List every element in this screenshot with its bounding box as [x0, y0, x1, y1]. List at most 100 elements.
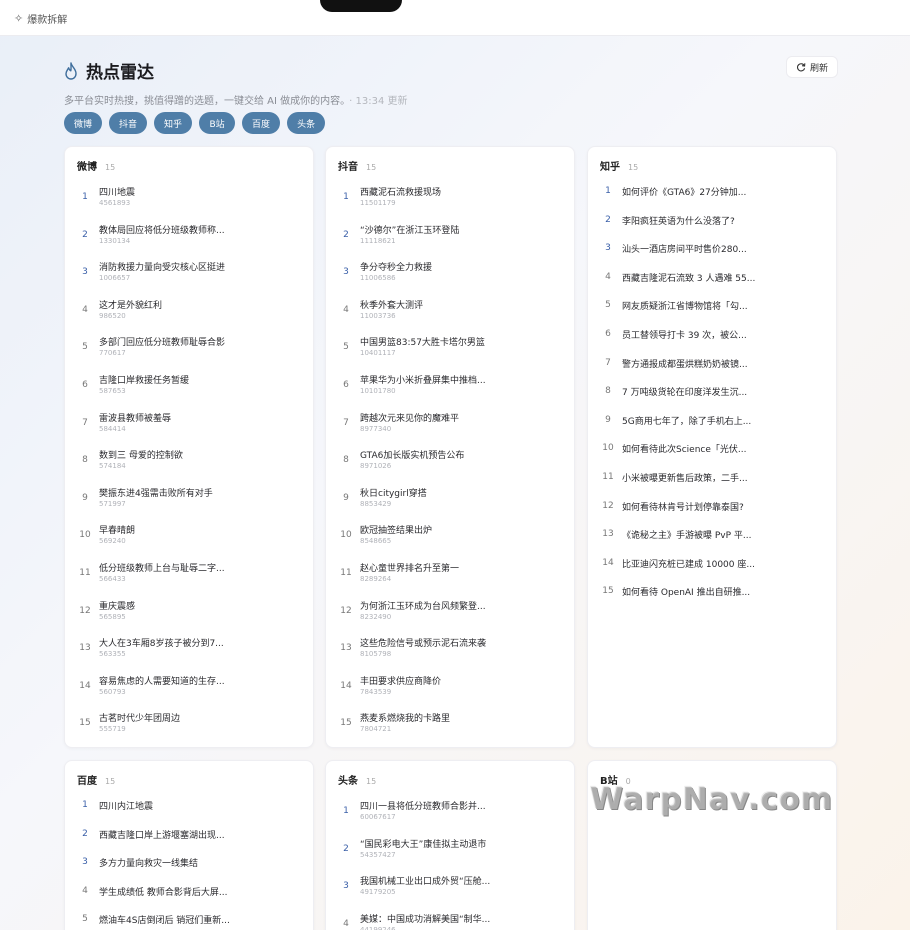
list-item[interactable]: 9 樊振东进4强需击败所有对手 571997 [65, 485, 313, 523]
list-item[interactable]: 1 如何评价《GTA6》27分钟加... [588, 184, 836, 213]
list-item[interactable]: 3 争分夺秒全力救援 11006586 [326, 259, 574, 297]
list-item[interactable]: 14 容易焦虑的人需要知道的生存... 560793 [65, 673, 313, 711]
refresh-button[interactable]: 刷新 [786, 56, 838, 78]
list-item[interactable]: 7 雷波县教师被羞辱 584414 [65, 410, 313, 448]
item-heat: 571997 [99, 499, 126, 508]
list-item[interactable]: 5 多部门回应低分班教师耻辱合影 770617 [65, 334, 313, 372]
item-title: 欧冠抽签结果出炉 [360, 526, 433, 537]
list-item[interactable]: 1 四川内江地震 [65, 798, 313, 827]
list-item[interactable]: 9 秋日citygirl穿搭 8853429 [326, 485, 574, 523]
list-item[interactable]: 5 燃油车4S店倒闭后 销冠们重新... [65, 912, 313, 930]
list-item[interactable]: 3 我国机械工业出口成外贸“压舱... 49179205 [326, 873, 574, 911]
list-item[interactable]: 11 低分班级教师上台与耻辱二字... 566433 [65, 560, 313, 598]
item-title: 如何评价《GTA6》27分钟加... [622, 188, 747, 198]
chip-baidu[interactable]: 百度 [242, 112, 281, 134]
item-rank: 11 [602, 472, 614, 482]
item-heat: 986520 [99, 311, 126, 320]
list-item[interactable]: 3 消防救援力量向受灾核心区挺进 1006657 [65, 259, 313, 297]
list-item[interactable]: 6 吉隆口岸救援任务暂缓 587653 [65, 372, 313, 410]
list-item[interactable]: 8 数到三 母爱的控制欲 574184 [65, 447, 313, 485]
item-title: 网友质疑浙江省博物馆将「勾... [622, 302, 748, 313]
list-item[interactable]: 13 大人在3车厢8岁孩子被分到7... 563355 [65, 635, 313, 673]
list-item[interactable]: 12 重庆震感 565895 [65, 598, 313, 636]
list-item[interactable]: 4 学生成绩低 教师合影背后大屏... [65, 884, 313, 913]
list-item[interactable]: 4 秋季外套大测评 11003736 [326, 297, 574, 335]
page-subtitle: 多平台实时热搜，挑值得蹭的选题，一键交给 AI 做成你的内容。 · 13:34 更… [64, 92, 844, 107]
list-item[interactable]: 15 古茗时代少年团周边 555719 [65, 710, 313, 747]
list-item[interactable]: 4 西藏吉隆泥石流致 3 人遇难 55... [588, 270, 836, 299]
list-item[interactable]: 11 赵心童世界排名升至第一 8289264 [326, 560, 574, 598]
chip-bilibili[interactable]: B站 [199, 112, 236, 134]
item-title: 学生成绩低 教师合影背后大屏... [99, 887, 228, 898]
item-title: 重庆震感 [99, 601, 136, 612]
item-title: 赵心童世界排名升至第一 [360, 564, 460, 574]
item-heat: 11118621 [360, 236, 396, 245]
item-title: 汕头一酒店房间平时售价280... [622, 245, 747, 256]
list-item[interactable]: 3 多方力量向救灾一线集结 [65, 855, 313, 884]
list-item[interactable]: 15 燕麦系燃烧我的卡路里 7804721 [326, 710, 574, 747]
list-item[interactable]: 14 比亚迪闪充桩已建成 10000 座... [588, 556, 836, 585]
card-count: 15 [366, 777, 377, 786]
item-rank: 3 [343, 267, 349, 278]
item-heat: 7804721 [360, 725, 392, 734]
list-item[interactable]: 10 早春晴朗 569240 [65, 522, 313, 560]
item-heat: 566433 [99, 575, 126, 583]
list-item[interactable]: 3 汕头一酒店房间平时售价280... [588, 241, 836, 270]
list-item[interactable]: 1 西藏泥石流救援现场 11501179 [326, 184, 574, 222]
sparkle-icon: ✧ [14, 12, 24, 25]
item-heat: 10101780 [360, 387, 396, 395]
list-item[interactable]: 7 警方通报成都蛋烘糕奶奶被镜... [588, 356, 836, 385]
item-rank: 2 [605, 214, 611, 225]
item-rank: 15 [602, 586, 614, 597]
list-item[interactable]: 8 7 万吨级货轮在印度洋发生沉... [588, 384, 836, 413]
item-rank: 15 [79, 718, 91, 729]
list-item[interactable]: 12 为何浙江玉环成为台风频繁登... 8232490 [326, 598, 574, 636]
item-title: 李阳疯狂英语为什么没落了? [622, 216, 735, 227]
list-item[interactable]: 7 跨越次元来见你的魔难平 8977340 [326, 410, 574, 448]
list-item[interactable]: 12 如何看待林肯号计划停靠泰国? [588, 499, 836, 528]
chip-toutiao[interactable]: 头条 [287, 112, 326, 134]
refresh-icon [797, 63, 806, 72]
list-item[interactable]: 2 “国民彩电大王”康佳拟主动退市 54357427 [326, 836, 574, 874]
hot-card-baidu: 百度 15 1 四川内江地震 2 西藏吉隆口岸上游堰塞湖出现... 3 多方力量向救灾一线集结… [64, 760, 314, 930]
item-title: 如何看待 OpenAI 推出自研推... [622, 588, 751, 599]
list-item[interactable]: 1 四川地震 4561893 [65, 184, 313, 222]
item-title: 比亚迪闪充桩已建成 10000 座... [622, 559, 755, 570]
brand-link[interactable]: ✧ 爆款拆解 [14, 11, 67, 26]
list-item[interactable]: 10 如何看待此次Science「光伏... [588, 441, 836, 470]
item-title: “国民彩电大王”康佳拟主动退市 [360, 839, 487, 850]
page-title: 热点雷达 [86, 63, 154, 83]
list-item[interactable]: 6 苹果华为小米折叠屏集中推档... 10101780 [326, 372, 574, 410]
item-rank: 15 [340, 718, 352, 729]
item-heat: 1330134 [99, 236, 131, 245]
item-heat: 11003736 [360, 311, 396, 320]
list-item[interactable]: 2 “沙德尔”在浙江玉环登陆 11118621 [326, 222, 574, 260]
item-rank: 4 [82, 304, 88, 315]
list-item[interactable]: 14 丰田要求供应商降价 7843539 [326, 673, 574, 711]
chip-zhihu[interactable]: 知乎 [154, 112, 193, 134]
chip-douyin[interactable]: 抖音 [109, 112, 148, 134]
item-heat: 560793 [99, 687, 126, 696]
list-item[interactable]: 15 如何看待 OpenAI 推出自研推... [588, 584, 836, 613]
list-item[interactable]: 8 GTA6加长版实机预告公布 8971026 [326, 447, 574, 485]
list-item[interactable]: 2 西藏吉隆口岸上游堰塞湖出现... [65, 827, 313, 856]
list-item[interactable]: 6 员工替领导打卡 39 次，被公... [588, 327, 836, 356]
list-item[interactable]: 13 《诡秘之主》手游被曝 PvP 平... [588, 527, 836, 556]
item-title: 5G商用七年了，除了手机右上... [622, 416, 752, 427]
list-item[interactable]: 11 小米被曝更新售后政策，二手... [588, 470, 836, 499]
list-item[interactable]: 2 李阳疯狂英语为什么没落了? [588, 213, 836, 242]
item-rank: 12 [340, 605, 352, 616]
list-item[interactable]: 5 中国男篮83:57大胜卡塔尔男篮 10401117 [326, 334, 574, 372]
list-item[interactable]: 1 四川一县将低分班教师合影并... 60067617 [326, 798, 574, 836]
list-item[interactable]: 9 5G商用七年了，除了手机右上... [588, 413, 836, 442]
list-item[interactable]: 10 欧冠抽签结果出炉 8548665 [326, 522, 574, 560]
item-rank: 5 [82, 914, 88, 925]
list-item[interactable]: 4 这才是外貌红利 986520 [65, 297, 313, 335]
list-item[interactable]: 2 教体局回应将低分班级教师称... 1330134 [65, 222, 313, 260]
list-item[interactable]: 5 网友质疑浙江省博物馆将「勾... [588, 298, 836, 327]
list-item[interactable]: 4 美媒：中国成功消解美国“制华... 44199246 [326, 911, 574, 930]
top-bar: ✧ 爆款拆解 [0, 0, 910, 36]
item-title: 小米被曝更新售后政策，二手... [622, 474, 748, 484]
chip-weibo[interactable]: 微博 [64, 112, 103, 134]
list-item[interactable]: 13 这些危险信号或预示泥石流来袭 8105798 [326, 635, 574, 673]
